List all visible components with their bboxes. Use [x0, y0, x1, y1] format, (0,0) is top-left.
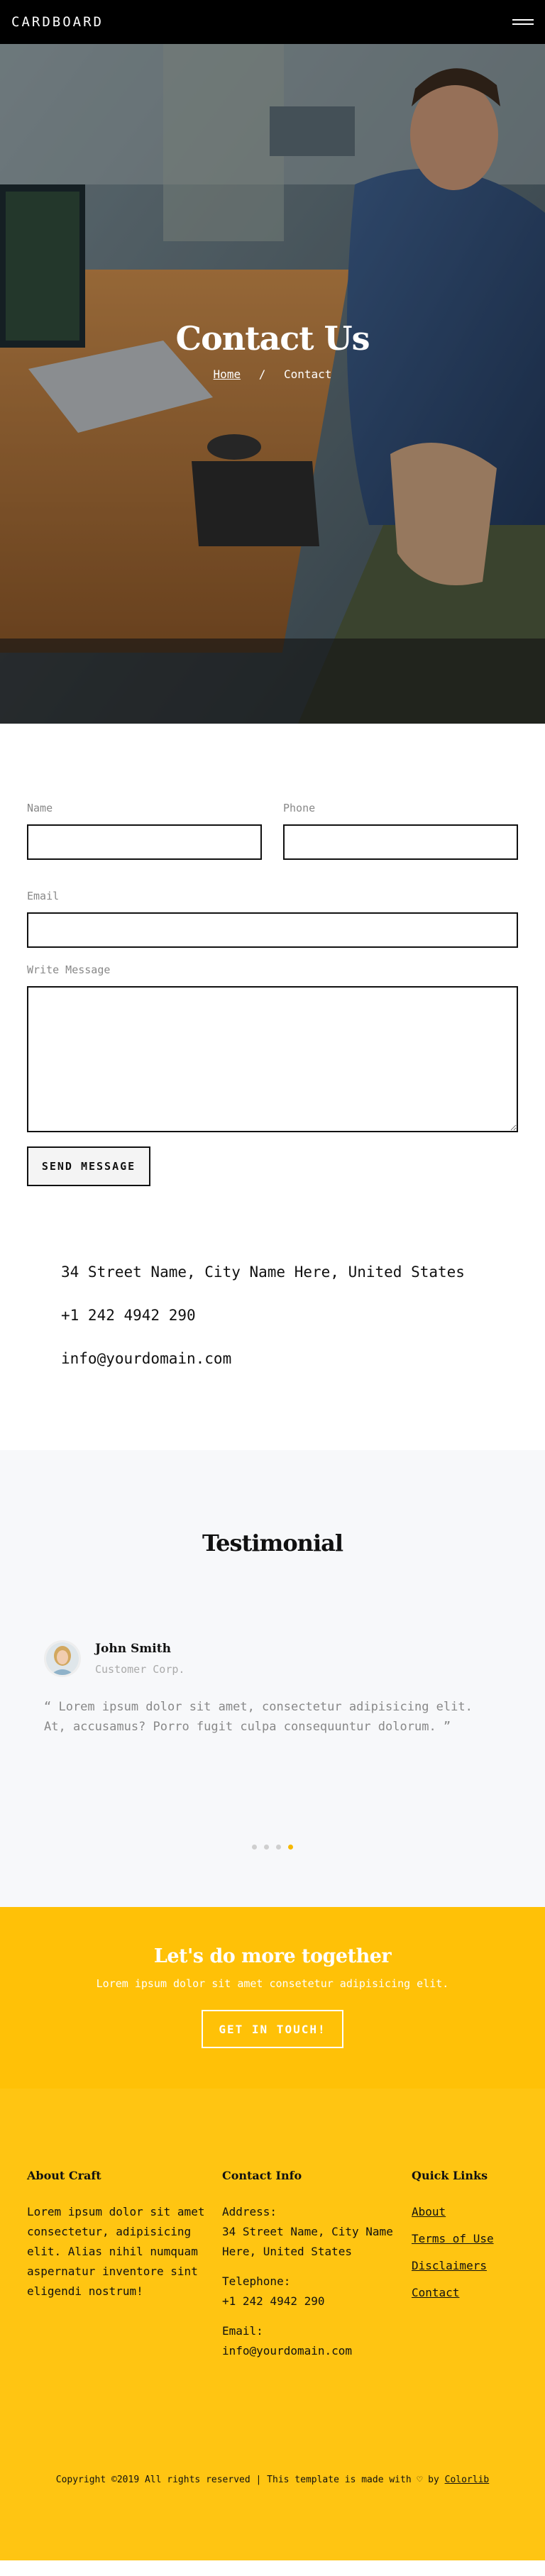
carousel-dot-2[interactable] [264, 1845, 269, 1850]
footer-links-title: Quick Links [412, 2169, 488, 2182]
footer-contact-title: Contact Info [222, 2169, 302, 2182]
footer-about-text: Lorem ipsum dolor sit amet consectetur, … [27, 2205, 205, 2298]
name-label: Name [27, 802, 53, 814]
name-input[interactable] [27, 824, 262, 860]
cta-section: Let's do more together Lorem ipsum dolor… [0, 1907, 545, 2089]
menu-toggle-button[interactable] [512, 16, 534, 28]
message-label: Write Message [27, 963, 111, 976]
testimonial-card: John Smith Customer Corp. “ Lorem ipsum … [44, 1640, 545, 1737]
cta-subtitle: Lorem ipsum dolor sit amet consetetur ad… [96, 1977, 449, 1990]
footer-link-disclaimers[interactable]: Disclaimers [412, 2256, 494, 2276]
phone-label: Phone [283, 802, 316, 814]
testimonial-title: Testimonial [202, 1530, 343, 1557]
contact-address: 34 Street Name, City Name Here, United S… [61, 1264, 465, 1281]
footer: About Craft Lorem ipsum dolor sit amet c… [0, 2089, 545, 2560]
footer-contact-info: Contact Info Address: 34 Street Name, Ci… [222, 2169, 412, 2371]
footer-telephone-label: Telephone: [222, 2274, 291, 2288]
carousel-dot-3[interactable] [276, 1845, 281, 1850]
testimonial-author: John Smith [95, 1642, 171, 1656]
contact-details: 34 Street Name, City Name Here, United S… [0, 1186, 545, 1368]
footer-telephone: +1 242 4942 290 [222, 2294, 325, 2308]
email-label: Email [27, 890, 60, 902]
breadcrumb-separator: / [258, 367, 266, 381]
footer-about-title: About Craft [27, 2169, 101, 2182]
get-in-touch-button[interactable]: GET IN TOUCH! [202, 2010, 343, 2048]
contact-phone: +1 242 4942 290 [61, 1307, 196, 1324]
breadcrumb: Home / Contact [0, 367, 545, 381]
menu-icon-line [512, 19, 534, 21]
top-navbar: CARDBOARD [0, 0, 545, 44]
page-title: Contact Us [175, 319, 370, 358]
footer-about: About Craft Lorem ipsum dolor sit amet c… [27, 2169, 222, 2371]
footer-address-label: Address: [222, 2205, 277, 2218]
footer-link-contact[interactable]: Contact [412, 2283, 494, 2303]
footer-link-terms[interactable]: Terms of Use [412, 2229, 494, 2249]
breadcrumb-current: Contact [284, 367, 332, 381]
carousel-pagination [0, 1845, 545, 1850]
carousel-dot-4[interactable] [288, 1845, 293, 1850]
carousel-dot-1[interactable] [252, 1845, 257, 1850]
copyright: Copyright ©2019 All rights reserved | Th… [0, 2475, 545, 2485]
avatar-portrait-icon [46, 1642, 79, 1675]
testimonial-company: Customer Corp. [95, 1663, 185, 1676]
hero-section: Contact Us Home / Contact [0, 0, 545, 724]
phone-input[interactable] [283, 824, 518, 860]
breadcrumb-home-link[interactable]: Home [214, 367, 241, 381]
footer-link-about[interactable]: About [412, 2202, 494, 2222]
footer-quick-links: Quick Links About Terms of Use Disclaime… [412, 2169, 494, 2371]
brand-logo[interactable]: CARDBOARD [11, 14, 104, 30]
testimonial-section: Testimonial John Smith Customer Corp. “ … [0, 1450, 545, 1907]
footer-address: 34 Street Name, City Name Here, United S… [222, 2225, 393, 2258]
avatar [44, 1640, 81, 1677]
contact-email: info@yourdomain.com [61, 1350, 232, 1367]
testimonial-quote: “ Lorem ipsum dolor sit amet, consectetu… [44, 1700, 473, 1734]
hero-content: Contact Us Home / Contact [0, 319, 545, 381]
message-textarea[interactable] [27, 986, 518, 1132]
send-message-button[interactable]: SEND MESSAGE [27, 1146, 150, 1186]
footer-email: info@yourdomain.com [222, 2344, 353, 2357]
email-input[interactable] [27, 912, 518, 948]
copyright-text: Copyright ©2019 All rights reserved | Th… [55, 2475, 439, 2485]
colorlib-link[interactable]: Colorlib [445, 2475, 490, 2485]
menu-icon-line [512, 23, 534, 25]
cta-title: Let's do more together [153, 1945, 392, 1967]
footer-email-label: Email: [222, 2324, 263, 2338]
contact-form: Name Phone Email Write Message SEND MESS… [0, 724, 545, 1186]
